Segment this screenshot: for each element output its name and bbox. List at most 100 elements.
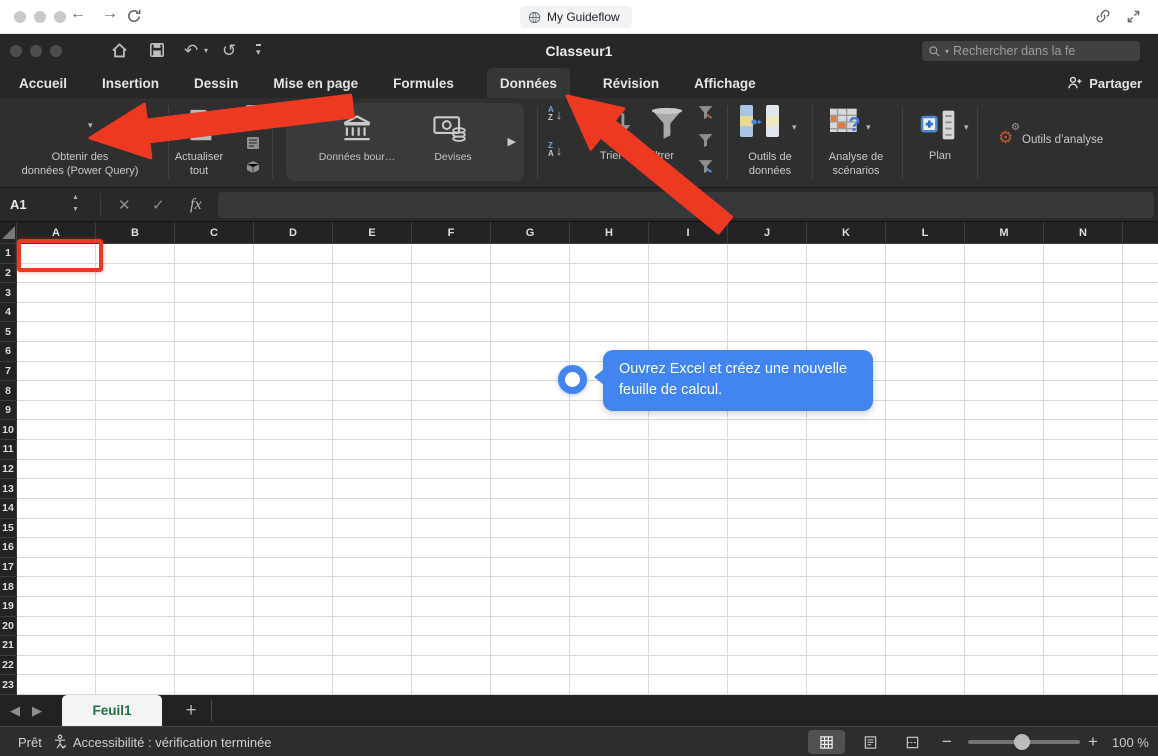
grid-cell-H15[interactable] [570,519,649,539]
grid-cell-N16[interactable] [1044,538,1123,558]
grid-cell-K18[interactable] [807,577,886,597]
grid-cell-K12[interactable] [807,460,886,480]
grid-cell-M12[interactable] [965,460,1044,480]
grid-cell-H21[interactable] [570,636,649,656]
column-header-C[interactable]: C [175,222,254,243]
grid-cell-H22[interactable] [570,656,649,676]
grid-cell-N13[interactable] [1044,479,1123,499]
undo-icon[interactable]: ↶ [184,41,198,61]
grid-cell-L1[interactable] [886,244,965,264]
what-if-dropdown-icon[interactable]: ▾ [866,122,871,133]
grid-cell-L13[interactable] [886,479,965,499]
grid-cell-E10[interactable] [333,420,412,440]
grid-cell-K5[interactable] [807,322,886,342]
grid-cell-B5[interactable] [96,322,175,342]
grid-cell-B14[interactable] [96,499,175,519]
grid-cell-B22[interactable] [96,656,175,676]
connection-properties-icon[interactable] [246,136,260,150]
grid-cell-A15[interactable] [17,519,96,539]
grid-cell-N11[interactable] [1044,440,1123,460]
grid-cell-I1[interactable] [649,244,728,264]
grid-cell-H14[interactable] [570,499,649,519]
grid-cell-G13[interactable] [491,479,570,499]
tab-formules[interactable]: Formules [391,68,456,98]
grid-cell-H5[interactable] [570,322,649,342]
grid-cell-J22[interactable] [728,656,807,676]
grid-cell-C4[interactable] [175,303,254,323]
zoom-slider-thumb[interactable] [1014,734,1030,750]
grid-cell-L17[interactable] [886,558,965,578]
grid-cell-K20[interactable] [807,617,886,637]
grid-cell-D7[interactable] [254,362,333,382]
grid-cell-M3[interactable] [965,283,1044,303]
grid-cell-M1[interactable] [965,244,1044,264]
grid-cell-F1[interactable] [412,244,491,264]
grid-cell-B8[interactable] [96,381,175,401]
grid-cell-J15[interactable] [728,519,807,539]
grid-cell-E23[interactable] [333,675,412,695]
grid-cell-partial-5[interactable] [1123,322,1158,342]
grid-cell-M17[interactable] [965,558,1044,578]
grid-cell-I4[interactable] [649,303,728,323]
grid-cell-G12[interactable] [491,460,570,480]
sheet-tab-feuil1[interactable]: Feuil1 [62,695,162,726]
row-header-5[interactable]: 5 [0,322,17,342]
row-header-16[interactable]: 16 [0,538,17,558]
grid-cell-H11[interactable] [570,440,649,460]
grid-cell-N15[interactable] [1044,519,1123,539]
outline-dropdown-icon[interactable]: ▾ [964,122,969,133]
grid-cell-A11[interactable] [17,440,96,460]
grid-cell-F10[interactable] [412,420,491,440]
grid-cell-A22[interactable] [17,656,96,676]
grid-cell-A10[interactable] [17,420,96,440]
name-box-stepper[interactable]: ▲▼ [72,192,79,216]
grid-cell-L19[interactable] [886,597,965,617]
row-header-17[interactable]: 17 [0,558,17,578]
grid-cell-H16[interactable] [570,538,649,558]
column-header-partial[interactable] [1123,222,1158,243]
grid-cell-F8[interactable] [412,381,491,401]
grid-cell-E19[interactable] [333,597,412,617]
get-data-dropdown-icon[interactable]: ▾ [88,120,93,131]
grid-cell-D22[interactable] [254,656,333,676]
grid-cell-N12[interactable] [1044,460,1123,480]
grid-cell-M5[interactable] [965,322,1044,342]
grid-cell-M6[interactable] [965,342,1044,362]
grid-cell-D16[interactable] [254,538,333,558]
grid-cell-D19[interactable] [254,597,333,617]
row-header-14[interactable]: 14 [0,499,17,519]
grid-cell-N20[interactable] [1044,617,1123,637]
grid-cell-C9[interactable] [175,401,254,421]
grid-cell-L14[interactable] [886,499,965,519]
currencies-button[interactable]: Devises [398,151,508,163]
row-header-11[interactable]: 11 [0,440,17,460]
name-box[interactable]: A1 [10,188,27,221]
grid-cell-J16[interactable] [728,538,807,558]
grid-cell-D8[interactable] [254,381,333,401]
grid-cell-M11[interactable] [965,440,1044,460]
grid-cell-B17[interactable] [96,558,175,578]
grid-cell-A3[interactable] [17,283,96,303]
column-header-E[interactable]: E [333,222,412,243]
grid-cell-G22[interactable] [491,656,570,676]
select-all-corner[interactable] [0,222,17,243]
grid-cell-K2[interactable] [807,264,886,284]
grid-cell-E16[interactable] [333,538,412,558]
grid-cell-A12[interactable] [17,460,96,480]
data-tools-dropdown-icon[interactable]: ▾ [792,122,797,133]
grid-cell-D23[interactable] [254,675,333,695]
grid-cell-partial-15[interactable] [1123,519,1158,539]
grid-cell-E7[interactable] [333,362,412,382]
grid-cell-A8[interactable] [17,381,96,401]
grid-cell-D13[interactable] [254,479,333,499]
grid-cell-C17[interactable] [175,558,254,578]
filter-reapply-icon[interactable] [697,104,714,121]
data-types-more-icon[interactable]: ▶ [508,135,516,148]
grid-cell-K19[interactable] [807,597,886,617]
grid-cell-B1[interactable] [96,244,175,264]
grid-cell-D14[interactable] [254,499,333,519]
grid-cell-E12[interactable] [333,460,412,480]
grid-cell-K13[interactable] [807,479,886,499]
grid-cell-partial-20[interactable] [1123,617,1158,637]
grid-cell-M21[interactable] [965,636,1044,656]
